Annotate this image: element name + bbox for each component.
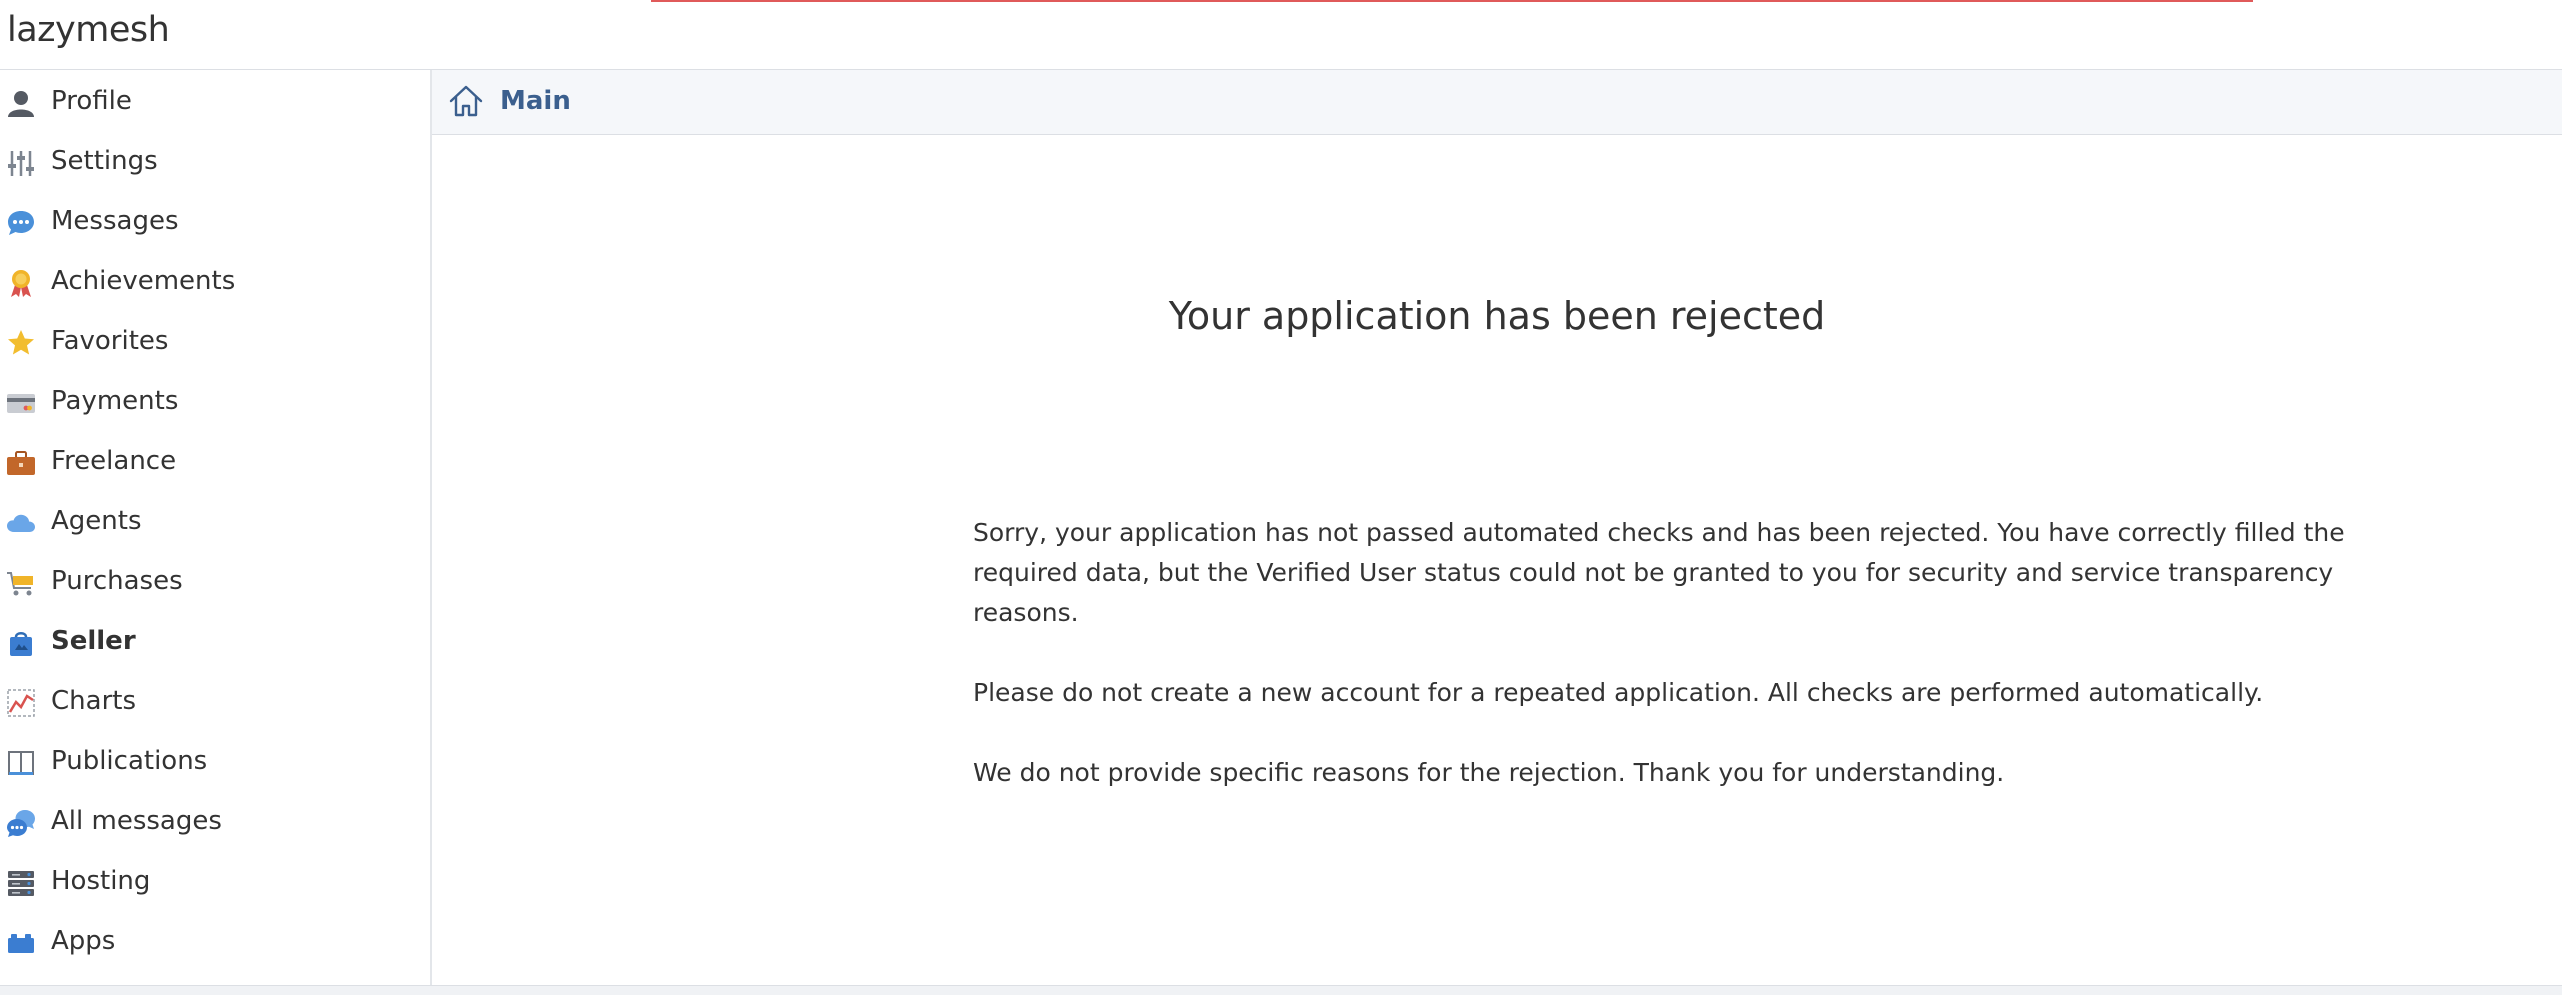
chat-bubbles-icon bbox=[7, 810, 35, 837]
sidebar-item-settings[interactable]: Settings bbox=[0, 133, 428, 191]
sidebar-item-label: Freelance bbox=[51, 446, 177, 476]
person-icon bbox=[8, 91, 34, 117]
sidebar-item-label: Payments bbox=[51, 386, 179, 416]
sidebar-item-label: Purchases bbox=[51, 566, 183, 596]
shopping-bag-icon bbox=[10, 632, 32, 656]
home-icon[interactable] bbox=[448, 83, 484, 119]
sidebar-item-label: Achievements bbox=[51, 266, 236, 296]
sidebar-item-label: Messages bbox=[51, 206, 179, 236]
cloud-icon bbox=[7, 514, 35, 532]
sidebar-item-label: Profile bbox=[51, 86, 132, 116]
repeat-application-notice: Please do not create a new account for a… bbox=[973, 678, 2264, 707]
sidebar-item-favorites[interactable]: Favorites bbox=[0, 313, 428, 371]
breadcrumb-link-main[interactable]: Main bbox=[500, 86, 571, 116]
sidebar-item-apps[interactable]: Apps bbox=[0, 913, 428, 971]
sidebar-item-label: Charts bbox=[51, 686, 136, 716]
sidebar-item-profile[interactable]: Profile bbox=[0, 73, 428, 131]
server-icon bbox=[8, 871, 34, 896]
sidebar-item-label: Seller bbox=[51, 626, 136, 656]
sidebar-item-charts[interactable]: Charts bbox=[0, 673, 428, 731]
shopping-cart-icon bbox=[7, 572, 33, 596]
sidebar: Profile Settings Messages Achievements F… bbox=[0, 70, 432, 985]
rejection-message: Sorry, your application has not passed a… bbox=[973, 518, 2345, 627]
briefcase-icon bbox=[7, 451, 35, 475]
breadcrumb: Main bbox=[432, 70, 2562, 135]
no-reasons-notice: We do not provide specific reasons for t… bbox=[973, 758, 2005, 787]
sidebar-item-label: Favorites bbox=[51, 326, 169, 356]
top-bar: lazymesh bbox=[0, 0, 2562, 70]
line-chart-icon bbox=[7, 689, 35, 717]
sidebar-item-label: Settings bbox=[51, 146, 158, 176]
loading-progress-line bbox=[651, 0, 2253, 2]
app-logo[interactable]: lazymesh bbox=[7, 10, 170, 50]
sidebar-item-label: Hosting bbox=[51, 866, 151, 896]
sidebar-item-label: All messages bbox=[51, 806, 222, 836]
sidebar-item-seller[interactable]: Seller bbox=[0, 613, 428, 671]
star-icon bbox=[8, 330, 34, 355]
sidebar-item-all-messages[interactable]: All messages bbox=[0, 793, 428, 851]
sidebar-item-label: Agents bbox=[51, 506, 142, 536]
book-icon bbox=[8, 751, 34, 775]
sidebar-item-payments[interactable]: Payments bbox=[0, 373, 428, 431]
sidebar-item-freelance[interactable]: Freelance bbox=[0, 433, 428, 491]
chat-bubble-icon bbox=[8, 211, 34, 235]
clipboard-checklist-icon bbox=[1196, 100, 1346, 230]
sliders-icon bbox=[8, 151, 34, 176]
page-title: Your application has been rejected bbox=[1168, 294, 1826, 338]
blocks-icon bbox=[8, 934, 34, 953]
sidebar-item-agents[interactable]: Agents bbox=[0, 493, 428, 551]
sidebar-item-achievements[interactable]: Achievements bbox=[0, 253, 428, 311]
sidebar-item-publications[interactable]: Publications bbox=[0, 733, 428, 791]
sidebar-item-purchases[interactable]: Purchases bbox=[0, 553, 428, 611]
medal-icon bbox=[11, 270, 31, 297]
sidebar-item-label: Apps bbox=[51, 926, 116, 956]
sidebar-item-hosting[interactable]: Hosting bbox=[0, 853, 428, 911]
credit-card-icon bbox=[7, 394, 35, 413]
sidebar-item-label: Publications bbox=[51, 746, 208, 776]
sidebar-item-messages[interactable]: Messages bbox=[0, 193, 428, 251]
